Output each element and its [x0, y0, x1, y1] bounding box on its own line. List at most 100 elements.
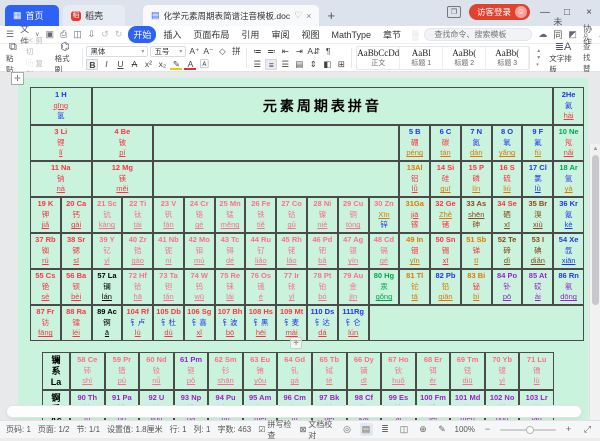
show-marks-icon[interactable]: ¶ — [322, 46, 334, 57]
element-cell-69Tm[interactable]: 69 Tm铥diū — [450, 352, 485, 390]
redo-icon[interactable]: ↻ — [115, 29, 123, 40]
status-item[interactable]: 节: 1/1 — [76, 424, 100, 435]
ribbon-tab-视图[interactable]: 视图 — [296, 26, 324, 43]
element-cell-14Si[interactable]: 14 Si硅guī — [430, 161, 461, 197]
lanthanide-series-label[interactable]: 镧系La — [42, 352, 70, 390]
sync-status-icon[interactable]: ☁ — [538, 29, 547, 40]
element-cell-84Po[interactable]: 84 Po钋pō — [492, 269, 523, 305]
element-cell-71Lu[interactable]: 71 Lu镥lǔ — [519, 352, 554, 390]
element-cell-49In[interactable]: 49 In铟yīn — [399, 233, 430, 269]
element-cell-82Pb[interactable]: 82 Pb铅qiān — [430, 269, 461, 305]
element-cell-18Ar[interactable]: 18 Ar氩yà — [553, 161, 584, 197]
vertical-scrollbar[interactable]: ▲ — [589, 144, 600, 420]
table-move-handle[interactable]: ✛ — [11, 72, 24, 85]
status-item[interactable]: 字数: 463 — [217, 424, 251, 435]
decrease-font-icon[interactable]: A⁻ — [202, 46, 214, 57]
element-cell-61Pm[interactable]: 61 Pm钷pǒ — [174, 352, 209, 390]
tab-docer[interactable]: 稻 稻壳 — [63, 5, 125, 26]
element-cell-9F[interactable]: 9 F氟fú — [522, 125, 553, 161]
element-cell-47Ag[interactable]: 47 Ag银yín — [338, 233, 369, 269]
element-cell-25Mn[interactable]: 25 Mn锰měng — [215, 197, 246, 233]
style-more-icon[interactable]: ▾ — [536, 62, 541, 68]
element-cell-37Rb[interactable]: 37 Rb铷rú — [30, 233, 61, 269]
element-cell-108Hs[interactable]: 108 Hs钅黑hēi — [245, 305, 276, 341]
element-cell-15P[interactable]: 15 P磷lín — [461, 161, 492, 197]
element-cell-86Rn[interactable]: 86 Rn氡dōng — [553, 269, 584, 305]
element-cell-8O[interactable]: 8 O氧yǎng — [492, 125, 523, 161]
status-item[interactable]: 行: 1 — [170, 424, 187, 435]
align-left-icon[interactable]: ☰ — [251, 59, 263, 70]
italic-button[interactable]: I — [100, 59, 112, 70]
element-cell-85At[interactable]: 85 At砹ài — [522, 269, 553, 305]
element-cell-43Tc[interactable]: 43 Tc锝dé — [215, 233, 246, 269]
element-cell-58Ce[interactable]: 58 Ce铈shì — [70, 352, 105, 390]
font-color-button[interactable]: A — [184, 59, 196, 70]
element-cell-104Rf[interactable]: 104 Rf钅卢lú — [122, 305, 153, 341]
style-scroll-up-icon[interactable]: ▲ — [536, 48, 541, 54]
element-cell-24Cr[interactable]: 24 Cr铬gè — [184, 197, 215, 233]
element-cell-72Hf[interactable]: 72 Hf铪hā — [122, 269, 153, 305]
element-cell-22Ti[interactable]: 22 Ti钛tài — [122, 197, 153, 233]
numbered-list-icon[interactable]: ≕ — [265, 46, 277, 57]
style-card-标题 1[interactable]: AaBl标题 1 — [400, 47, 443, 69]
element-cell-79Au[interactable]: 79 Au金jīn — [338, 269, 369, 305]
decrease-indent-icon[interactable]: ⇤ — [279, 46, 291, 57]
fit-screen-icon[interactable]: ⤢ — [581, 423, 594, 436]
document-page[interactable]: 1 Hqīng氢元素周期表拼音2He氦hài3 Li锂lǐ4 Be铍pí5 B硼… — [18, 78, 588, 420]
element-cell-48Cd[interactable]: 48 Cd镉gé — [369, 233, 400, 269]
element-cell-64Gd[interactable]: 64 Gd钆gá — [277, 352, 312, 390]
empty-cell[interactable] — [369, 305, 584, 341]
element-cell-76Os[interactable]: 76 Os锇é — [245, 269, 276, 305]
element-cell-21Sc[interactable]: 21 Sc钪kàng — [92, 197, 123, 233]
element-cell-4Be[interactable]: 4 Be铍pí — [92, 125, 154, 161]
element-cell-51Sb[interactable]: 51 Sb锑tī — [461, 233, 492, 269]
element-cell-7N[interactable]: 7 N氮dàn — [461, 125, 492, 161]
status-item[interactable]: 页面: 1/2 — [38, 424, 70, 435]
format-painter-button[interactable]: ⌬ 格式刷 — [53, 41, 78, 75]
close-tab-icon[interactable]: × — [306, 11, 311, 21]
export-pdf-icon[interactable]: ⇩ — [88, 29, 96, 40]
status-item[interactable]: 页码: 1 — [6, 424, 31, 435]
superscript-button[interactable]: x² — [142, 59, 154, 70]
element-cell-110Ds[interactable]: 110 Ds钅达dá — [307, 305, 338, 341]
element-cell-81Tl[interactable]: 81 Tl铊tā — [399, 269, 430, 305]
element-cell-35Br[interactable]: 35 Br溴xiù — [522, 197, 553, 233]
empty-cell[interactable] — [153, 125, 399, 161]
element-cell-53I[interactable]: 53 I碘diǎn — [522, 233, 553, 269]
collaborate-icon[interactable]: ◩ — [568, 29, 577, 40]
table-title[interactable]: 元素周期表拼音 — [92, 87, 554, 125]
zoom-slider[interactable] — [500, 429, 556, 431]
text-layout-button[interactable]: ≣A 文字排版 — [547, 41, 579, 75]
zoom-value[interactable]: 100% — [455, 425, 475, 434]
search-input[interactable] — [434, 30, 526, 39]
element-cell-34Se[interactable]: 34 Se硒xī — [492, 197, 523, 233]
subscript-button[interactable]: x₂ — [156, 59, 168, 70]
print-preview-icon[interactable]: ◫ — [73, 29, 82, 40]
element-cell-68Er[interactable]: 68 Er铒ěr — [416, 352, 451, 390]
style-scroll-down-icon[interactable]: ▼ — [536, 55, 541, 61]
element-cell-75Re[interactable]: 75 Re铼lái — [215, 269, 246, 305]
guest-login-button[interactable]: 访客登录 ☺ — [469, 4, 530, 20]
increase-font-icon[interactable]: A⁺ — [188, 46, 200, 57]
borders-icon[interactable]: ⊞ — [335, 59, 347, 70]
element-cell-88Ra[interactable]: 88 Ra镭léi — [61, 305, 92, 341]
element-cell-59Pr[interactable]: 59 Pr镨pǔ — [105, 352, 140, 390]
clear-format-icon[interactable]: ◇ — [216, 46, 228, 57]
element-cell-10Ne[interactable]: 10 Ne氖nǎi — [553, 125, 584, 161]
justify-icon[interactable]: ▤ — [293, 59, 305, 70]
element-cell-107Bh[interactable]: 107 Bh钅波bō — [215, 305, 246, 341]
element-cell-78Pt[interactable]: 78 Pt铂bó — [307, 269, 338, 305]
hamburger-icon[interactable]: ☰ — [6, 29, 14, 40]
element-cell-62Sm[interactable]: 62 Sm钐shān — [208, 352, 243, 390]
element-cell-28Ni[interactable]: 28 Ni镍niè — [307, 197, 338, 233]
element-cell-5B[interactable]: 5 B硼péng — [399, 125, 430, 161]
tab-document[interactable]: ▤ 化学元素周期表简谱注音模板.doc ♡ × — [143, 5, 319, 26]
element-cell-13Al[interactable]: 13Al铝lǚ — [399, 161, 430, 197]
zoom-in-icon[interactable]: + — [562, 423, 575, 436]
element-cell-41Nb[interactable]: 41 Nb铌ní — [153, 233, 184, 269]
print-icon[interactable]: ⎙ — [60, 29, 67, 40]
ink-pen-icon[interactable]: ✎ — [436, 423, 449, 436]
element-cell-56Ba[interactable]: 56 Ba钡bèi — [61, 269, 92, 305]
style-card-标题 3[interactable]: AaBb(标题 3 — [486, 47, 529, 69]
empty-cell[interactable] — [153, 161, 399, 197]
